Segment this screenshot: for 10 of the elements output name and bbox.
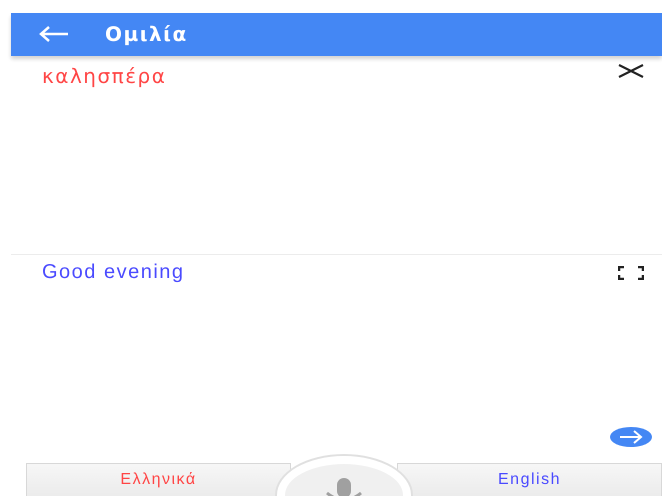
- back-arrow-icon[interactable]: [39, 26, 69, 42]
- translation-text: Good evening: [42, 261, 185, 284]
- fullscreen-icon[interactable]: [618, 266, 644, 280]
- language-button[interactable]: English: [397, 463, 662, 496]
- arrow-right-icon: [619, 430, 643, 444]
- source-text: καλησπέρα: [42, 64, 166, 88]
- language-button[interactable]: Ελληνικά: [26, 463, 291, 496]
- app-title: Ομιλία: [105, 22, 188, 46]
- translate-button[interactable]: [610, 427, 652, 448]
- close-icon[interactable]: [618, 64, 644, 78]
